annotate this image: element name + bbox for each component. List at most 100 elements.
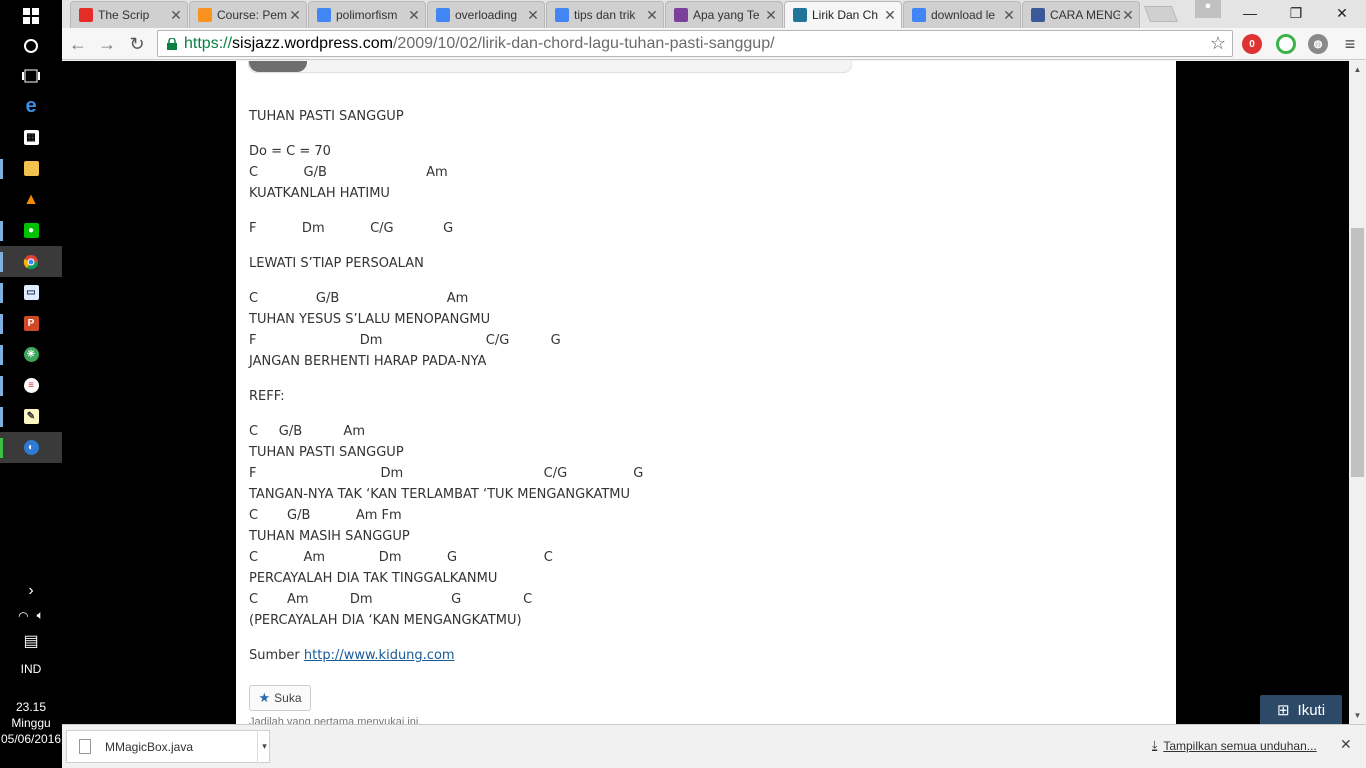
lyric-line: Do = C = 70 bbox=[249, 144, 331, 159]
scroll-down-icon[interactable]: ▼ bbox=[1349, 707, 1366, 724]
show-all-downloads-link[interactable]: ⤓ Tampilkan semua unduhan... bbox=[1152, 738, 1317, 753]
tab-close-icon[interactable]: ✕ bbox=[763, 7, 779, 24]
tab-close-icon[interactable]: ✕ bbox=[525, 7, 541, 24]
address-bar[interactable]: https://sisjazz.wordpress.com/2009/10/02… bbox=[157, 30, 1233, 57]
browser-tab[interactable]: Apa yang Te ✕ bbox=[665, 1, 783, 28]
notepad-icon: ✎ bbox=[23, 409, 39, 424]
source-label: Sumber bbox=[249, 648, 300, 663]
browser-tab[interactable]: overloading ✕ bbox=[427, 1, 545, 28]
back-button[interactable]: ← bbox=[66, 32, 90, 56]
arrow-right-icon: → bbox=[98, 33, 116, 54]
edge-app[interactable]: e bbox=[0, 91, 62, 122]
earth-globe-icon: ◐ bbox=[23, 440, 39, 455]
task-view-button[interactable] bbox=[0, 60, 62, 91]
browser-tab[interactable]: Lirik Dan Ch ✕ bbox=[784, 1, 902, 28]
post-meta bbox=[248, 61, 852, 73]
lyric-line: (PERCAYALAH DIA ‘KAN MENGANGKATMU) bbox=[249, 613, 522, 628]
cortana-button[interactable] bbox=[0, 30, 62, 61]
lyric-line: TANGAN-NYA TAK ‘KAN TERLAMBAT ‘TUK MENGA… bbox=[249, 487, 631, 502]
extension-adblock-icon[interactable]: 0 bbox=[1242, 34, 1262, 54]
chrome-menu-button[interactable]: ≡ bbox=[1338, 32, 1362, 56]
like-button[interactable]: ★ Suka bbox=[249, 685, 311, 711]
new-tab-button[interactable] bbox=[1144, 6, 1178, 22]
tab-close-icon[interactable]: ✕ bbox=[1120, 7, 1136, 24]
bookmark-star-icon[interactable]: ☆ bbox=[1210, 33, 1226, 54]
browser-tab[interactable]: polimorfism ✕ bbox=[308, 1, 426, 28]
notepad-app[interactable]: ✎ bbox=[0, 401, 62, 432]
vlc-app[interactable]: ▲ bbox=[0, 184, 62, 215]
input-language[interactable]: IND bbox=[0, 662, 62, 676]
cortana-circle-icon bbox=[24, 38, 38, 53]
like-label: Suka bbox=[274, 691, 302, 705]
reload-button[interactable]: ↻ bbox=[125, 32, 149, 56]
browser-tab[interactable]: The Scrip ✕ bbox=[70, 1, 188, 28]
notification-icon: ▤ bbox=[23, 632, 39, 650]
lyric-line: C Am Dm G C bbox=[249, 550, 553, 565]
globe-network-icon: ✳ bbox=[23, 347, 39, 362]
download-menu-button[interactable]: ▾ bbox=[257, 730, 271, 763]
folder-icon bbox=[23, 161, 39, 176]
tab-title: Apa yang Te bbox=[693, 8, 760, 22]
minimize-icon: — bbox=[1243, 5, 1257, 21]
browser-tab[interactable]: CARA MENG ✕ bbox=[1022, 1, 1140, 28]
tab-title: The Scrip bbox=[98, 8, 150, 22]
extension-green-ring-icon[interactable] bbox=[1276, 34, 1296, 54]
browser-tab[interactable]: Course: Pem ✕ bbox=[189, 1, 307, 28]
clock-date: 05/06/2016 bbox=[0, 732, 62, 746]
google-icon bbox=[317, 8, 331, 22]
window-app[interactable]: ▭ bbox=[0, 277, 62, 308]
lyric-line: PERCAYALAH DIA TAK TINGGALKANMU bbox=[249, 571, 498, 586]
tab-title: download le bbox=[931, 8, 996, 22]
person-icon: ● bbox=[1204, 0, 1212, 12]
chrome-app[interactable] bbox=[0, 246, 62, 277]
follow-plus-icon: ⊞ bbox=[1276, 702, 1290, 719]
vertical-scrollbar[interactable]: ▲ ▼ bbox=[1349, 61, 1366, 724]
browser-tab[interactable]: download le ✕ bbox=[903, 1, 1021, 28]
download-item[interactable]: MMagicBox.java bbox=[66, 730, 270, 763]
lyric-line: C G/B Am Fm bbox=[249, 508, 402, 523]
close-icon: ✕ bbox=[1340, 736, 1352, 752]
window-icon: ▭ bbox=[23, 285, 39, 300]
scroll-thumb[interactable] bbox=[1351, 228, 1364, 477]
tab-close-icon[interactable]: ✕ bbox=[287, 7, 303, 24]
tab-close-icon[interactable]: ✕ bbox=[168, 7, 184, 24]
minimize-button[interactable]: — bbox=[1227, 0, 1273, 26]
lyric-line: TUHAN PASTI SANGGUP bbox=[249, 445, 404, 460]
tab-title: Course: Pem bbox=[217, 8, 287, 22]
follow-button[interactable]: ⊞ Ikuti bbox=[1260, 695, 1342, 724]
tab-close-icon[interactable]: ✕ bbox=[882, 7, 898, 24]
browser-tab[interactable]: tips dan trik ✕ bbox=[546, 1, 664, 28]
extension-globe-icon[interactable]: ◍ bbox=[1308, 34, 1328, 54]
close-shelf-button[interactable]: ✕ bbox=[1340, 736, 1352, 753]
forward-button[interactable]: → bbox=[95, 32, 119, 56]
close-window-button[interactable]: ✕ bbox=[1319, 0, 1365, 26]
vlc-cone-icon: ▲ bbox=[23, 190, 39, 208]
clock[interactable]: 23.15 Minggu 05/06/2016 bbox=[0, 699, 62, 747]
tab-title: tips dan trik bbox=[574, 8, 636, 22]
store-app[interactable]: ▦ bbox=[0, 122, 62, 153]
file-explorer-app[interactable] bbox=[0, 153, 62, 184]
action-center-button[interactable]: ▤ bbox=[0, 625, 62, 656]
restore-button[interactable]: ❐ bbox=[1273, 0, 1319, 26]
tab-close-icon[interactable]: ✕ bbox=[406, 7, 422, 24]
profile-button[interactable]: ● bbox=[1195, 0, 1221, 18]
tab-close-icon[interactable]: ✕ bbox=[644, 7, 660, 24]
source-link[interactable]: http://www.kidung.com bbox=[304, 648, 455, 663]
lyric-line: TUHAN MASIH SANGGUP bbox=[249, 529, 410, 544]
active-app[interactable]: ◐ bbox=[0, 432, 62, 463]
menu-icon: ≡ bbox=[1344, 33, 1356, 54]
close-icon: ✕ bbox=[1336, 4, 1348, 21]
start-button[interactable] bbox=[0, 0, 62, 31]
media-app[interactable]: ≡ bbox=[0, 370, 62, 401]
tab-close-icon[interactable]: ✕ bbox=[1001, 7, 1017, 24]
lyric-line: KUATKANLAH HATIMU bbox=[249, 186, 390, 201]
scroll-up-icon[interactable]: ▲ bbox=[1349, 61, 1366, 78]
line-app[interactable]: ● bbox=[0, 215, 62, 246]
network-app[interactable]: ✳ bbox=[0, 339, 62, 370]
powerpoint-app[interactable]: P bbox=[0, 308, 62, 339]
